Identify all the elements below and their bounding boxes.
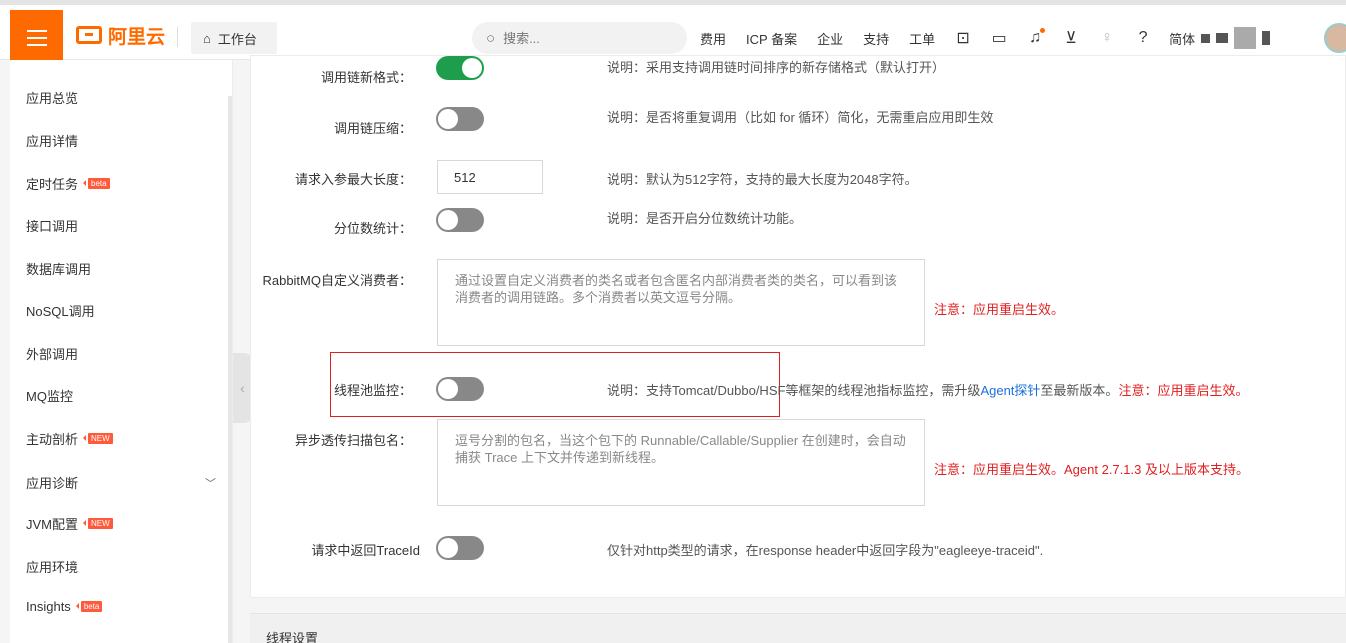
trace-compress-toggle[interactable]	[436, 107, 484, 131]
aliyun-logo[interactable]: 阿里云	[76, 23, 165, 48]
sidebar-scrollbar[interactable]	[228, 96, 232, 643]
sidebar-item-insights[interactable]: Insights beta	[26, 599, 103, 614]
cart-icon[interactable]: ⊻	[1053, 22, 1089, 54]
quantile-toggle[interactable]	[436, 208, 484, 232]
search-box[interactable]: ○	[472, 22, 687, 54]
return-traceid-toggle[interactable]	[436, 536, 484, 560]
max-param-length-label: 请求入参最大长度：	[294, 172, 412, 187]
sidebar-item-profiling[interactable]: 主动剖析 NEW	[26, 429, 113, 448]
nav-support[interactable]: 支持	[853, 29, 899, 48]
nav-fee[interactable]: 费用	[690, 29, 736, 48]
async-scan-label: 异步透传扫描包名：	[294, 433, 412, 448]
sidebar-item-db-call[interactable]: 数据库调用	[26, 259, 91, 278]
async-scan-textarea[interactable]	[437, 419, 925, 506]
sidebar-item-mq-monitor[interactable]: MQ监控	[26, 386, 73, 405]
quantile-label: 分位数统计：	[333, 221, 412, 236]
sidebar-item-nosql-call[interactable]: NoSQL调用	[26, 301, 95, 320]
rabbitmq-consumer-label: RabbitMQ自定义消费者：	[262, 273, 412, 288]
new-badge: NEW	[83, 433, 113, 444]
nav-ticket[interactable]: 工单	[899, 29, 945, 48]
help-icon[interactable]: ?	[1125, 22, 1161, 54]
trace-format-toggle[interactable]	[436, 56, 484, 80]
new-badge: NEW	[83, 518, 113, 529]
threadpool-monitor-desc: 说明：支持Tomcat/Dubbo/HSF等框架的线程池指标监控，需升级Agen…	[607, 383, 1249, 398]
notification-dot	[1040, 28, 1046, 33]
trace-compress-label: 调用链压缩：	[333, 121, 412, 136]
nav-enterprise[interactable]: 企业	[807, 29, 853, 48]
top-bar: 阿里云 ⌂ 工作台 ○ 费用 ICP 备案 企业 支持 工单 ⊡ ▭ ♫ ⊻ ♀…	[0, 0, 1346, 65]
divider	[177, 27, 178, 47]
sidebar-item-scheduled-task[interactable]: 定时任务 beta	[26, 174, 110, 193]
async-scan-warning: 注意：应用重启生效。Agent 2.7.1.3 及以上版本支持。	[934, 462, 1249, 477]
account-name-redacted[interactable]	[1201, 27, 1271, 49]
nav-icp[interactable]: ICP 备案	[736, 29, 807, 48]
sidebar-item-jvm-config[interactable]: JVM配置 NEW	[26, 514, 113, 533]
max-param-length-desc: 说明：默认为512字符，支持的最大长度为2048字符。	[607, 172, 918, 187]
api-icon[interactable]: ⊡	[945, 22, 981, 54]
lightbulb-icon[interactable]: ♀	[1089, 22, 1125, 54]
hamburger-icon	[26, 29, 47, 32]
workbench-button[interactable]: ⌂ 工作台	[191, 22, 277, 54]
beta-badge: beta	[75, 601, 103, 612]
home-icon: ⌂	[203, 30, 211, 46]
sidebar-item-overview[interactable]: 应用总览	[26, 88, 78, 107]
quantile-desc: 说明：是否开启分位数统计功能。	[607, 211, 803, 226]
sidebar-item-external-call[interactable]: 外部调用	[26, 344, 78, 363]
threadpool-monitor-label: 线程池监控：	[333, 383, 412, 398]
return-traceid-desc: 仅针对http类型的请求，在response header中返回字段为"eagl…	[607, 543, 1044, 558]
sidebar-item-detail[interactable]: 应用详情	[26, 131, 78, 150]
chevron-left-icon: ‹	[240, 380, 245, 396]
sidebar-item-diagnosis[interactable]: 应用诊断 ﹀	[26, 473, 216, 492]
thread-settings-title: 线程设置	[266, 631, 319, 643]
trace-format-label: 调用链新格式：	[320, 70, 412, 85]
language-switch[interactable]: 简体	[1161, 29, 1195, 48]
trace-compress-desc: 说明：是否将重复调用（比如 for 循环）简化，无需重启应用即生效	[607, 110, 994, 125]
beta-badge: beta	[83, 178, 110, 189]
rabbitmq-consumer-textarea[interactable]	[437, 259, 925, 346]
threadpool-monitor-toggle[interactable]	[436, 377, 484, 401]
sidebar-item-environment[interactable]: 应用环境	[26, 557, 78, 576]
sidebar-item-api-call[interactable]: 接口调用	[26, 216, 78, 235]
search-input[interactable]	[503, 30, 654, 46]
thread-settings-section: 线程设置	[250, 613, 1346, 643]
search-icon: ○	[486, 29, 496, 47]
max-param-length-input[interactable]	[437, 160, 543, 194]
chevron-down-icon: ﹀	[205, 477, 216, 490]
trace-format-desc: 说明：采用支持调用链时间排序的新存储格式（默认打开）	[607, 60, 946, 75]
top-nav: 费用 ICP 备案 企业 支持 工单 ⊡ ▭ ♫ ⊻ ♀ ? 简体	[690, 22, 1271, 54]
agent-probe-link[interactable]: Agent探针	[980, 383, 1040, 398]
sidebar: 应用总览 应用详情 定时任务 beta 接口调用 数据库调用 NoSQL调用 外部…	[10, 60, 233, 643]
threadpool-restart-warning: 注意：应用重启生效。	[1118, 383, 1249, 398]
return-traceid-label: 请求中返回TraceId	[311, 543, 420, 558]
bell-icon[interactable]: ♫	[1017, 22, 1053, 54]
menu-button[interactable]	[10, 10, 63, 65]
terminal-icon[interactable]: ▭	[981, 22, 1017, 54]
avatar[interactable]	[1324, 23, 1346, 53]
aliyun-logo-icon	[76, 26, 102, 44]
rabbitmq-restart-warning: 注意：应用重启生效。	[934, 302, 1065, 317]
